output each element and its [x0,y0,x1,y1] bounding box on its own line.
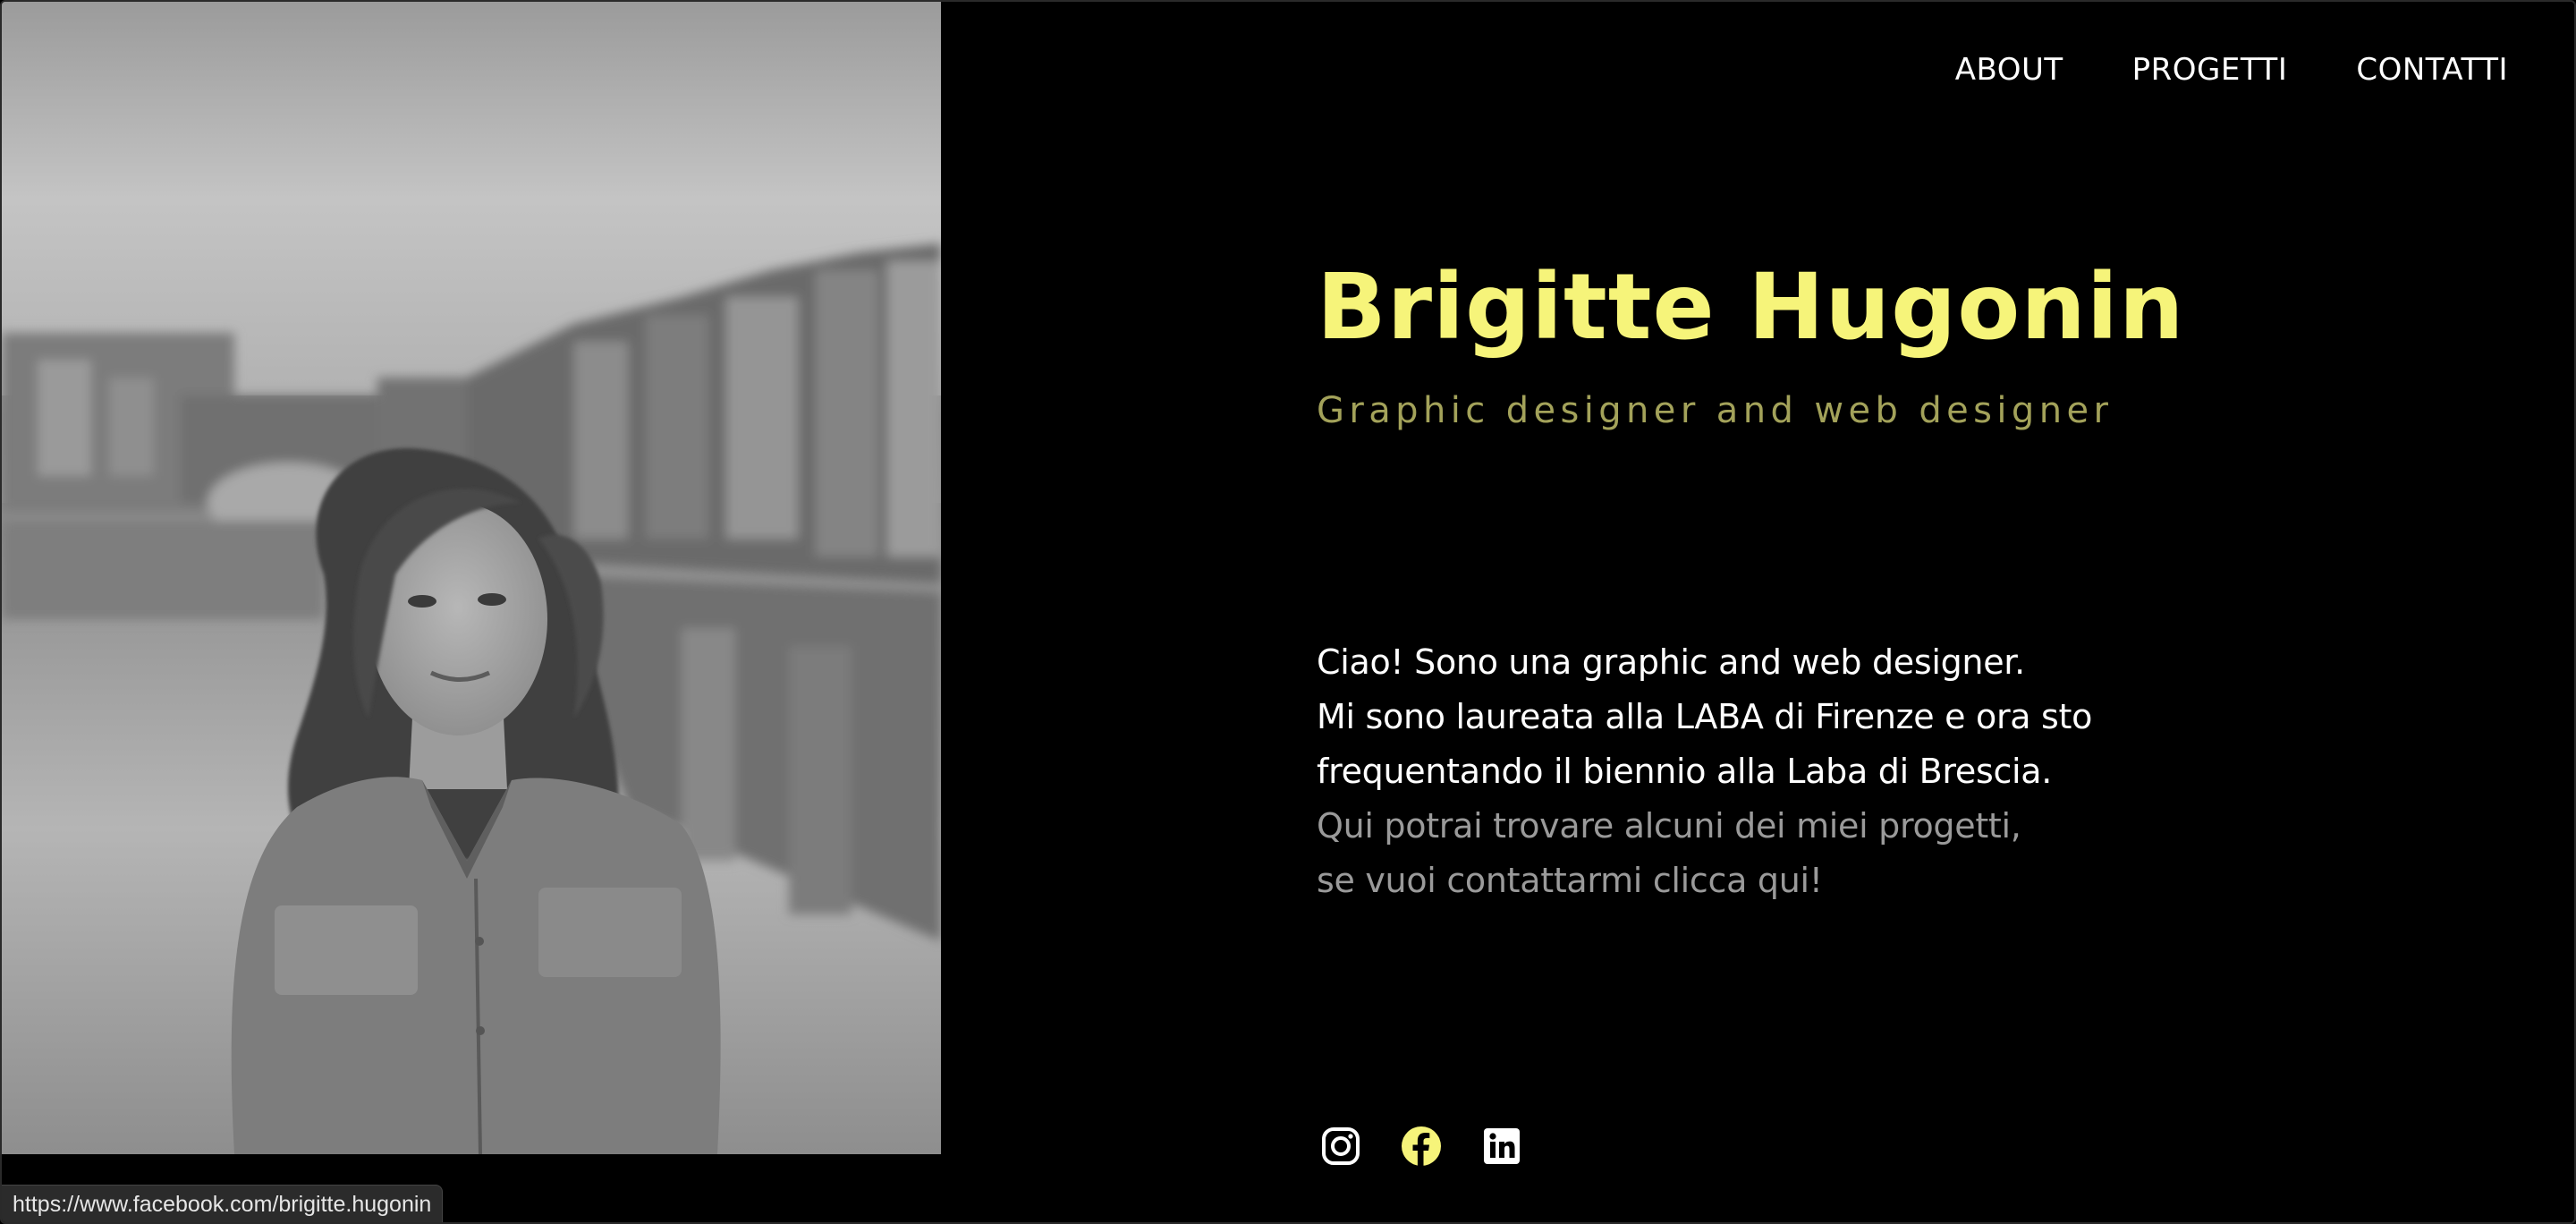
bio-line: Ciao! Sono una graphic and web designer. [1317,642,2025,682]
nav-progetti-link[interactable]: PROGETTI [2132,50,2288,89]
status-url: https://www.facebook.com/brigitte.hugoni… [2,1185,444,1222]
nav-about-link[interactable]: ABOUT [1955,50,2063,89]
portrait-photo [2,2,941,1154]
bio-text: Ciao! Sono una graphic and web designer.… [1317,635,2092,908]
instagram-icon [1322,1127,1360,1165]
contact-link[interactable]: se vuoi contattarmi clicca qui! [1317,861,1823,900]
portfolio-page: ABOUT PROGETTI CONTATTI Brigitte Hugonin… [0,0,2576,1224]
nav-contatti-link[interactable]: CONTATTI [2356,50,2508,89]
portrait-photo-graphic [2,2,941,1154]
facebook-link[interactable] [1401,1126,1442,1167]
facebook-icon [1402,1126,1441,1166]
instagram-link[interactable] [1320,1126,1361,1167]
main-nav: ABOUT PROGETTI CONTATTI [1955,50,2508,89]
page-title: Brigitte Hugonin [1317,254,2185,361]
linkedin-icon [1484,1128,1520,1164]
bio-line: frequentando il biennio alla Laba di Bre… [1317,752,2053,791]
bio-line: Mi sono laureata alla LABA di Firenze e … [1317,697,2093,736]
page-subtitle: Graphic designer and web designer [1317,390,2114,431]
social-links [1320,1126,1522,1167]
linkedin-link[interactable] [1481,1126,1522,1167]
bio-line-muted: Qui potrai trovare alcuni dei miei proge… [1317,806,2021,846]
bio-contact-line[interactable]: se vuoi contattarmi clicca qui! [1317,854,2092,908]
